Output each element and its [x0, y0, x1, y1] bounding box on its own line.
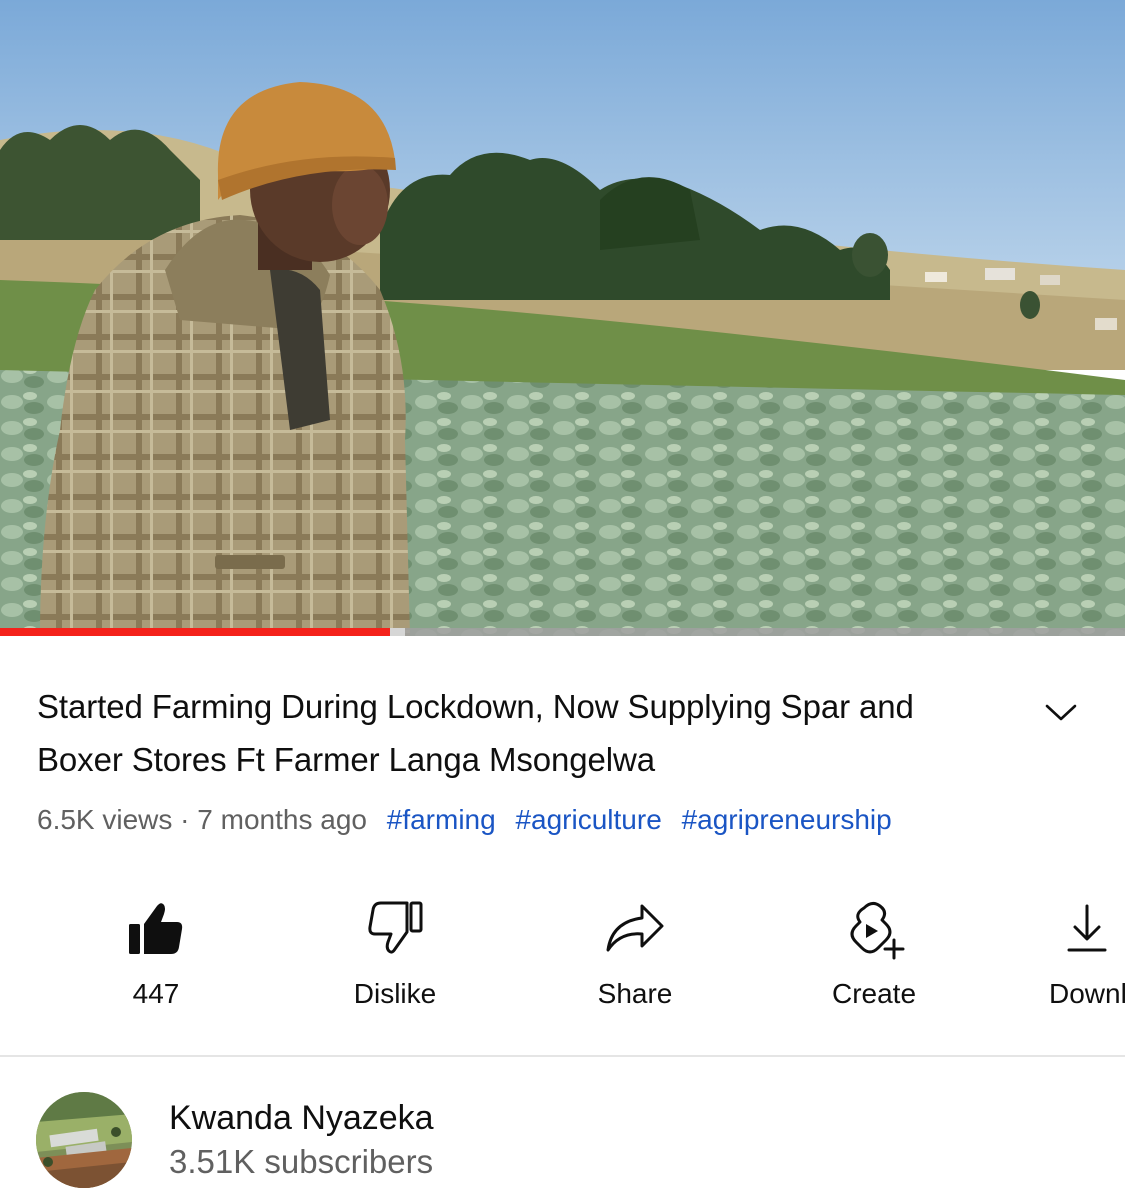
subscriber-count: 3.51K subscribers [169, 1143, 434, 1180]
channel-avatar[interactable] [36, 1092, 132, 1188]
download-label: Download [1049, 978, 1125, 1009]
channel-avatar-image [36, 1092, 132, 1188]
like-count: 447 [132, 978, 180, 1009]
meta-separator: · [172, 804, 198, 835]
upload-age: 7 months ago [197, 804, 367, 835]
create-label: Create [831, 978, 917, 1009]
thumbs-up-filled-icon [129, 903, 183, 954]
video-buffered-bar [390, 628, 405, 636]
share-arrow-icon [606, 904, 664, 952]
action-bar: 447 Dislike Share Create Downl [0, 890, 1125, 1020]
dislike-label: Dislike [353, 978, 437, 1009]
download-icon [1067, 904, 1107, 952]
channel-name[interactable]: Kwanda Nyazeka [169, 1098, 434, 1138]
section-divider [0, 1055, 1125, 1057]
create-remix-icon [850, 901, 905, 960]
view-count: 6.5K views [37, 804, 173, 835]
video-frame [0, 0, 1125, 636]
video-progress-bar[interactable] [0, 628, 1125, 636]
create-button[interactable]: Create [774, 890, 974, 1015]
hashtag-link[interactable]: #farming [387, 804, 496, 835]
expand-description-button[interactable] [1038, 690, 1084, 736]
video-played-bar [0, 628, 390, 636]
share-label: Share [597, 978, 673, 1009]
share-button[interactable]: Share [535, 890, 735, 1015]
dislike-button[interactable]: Dislike [295, 890, 495, 1015]
video-meta: 6.5K views · 7 months ago #farming #agri… [37, 800, 892, 840]
video-title[interactable]: Started Farming During Lockdown, Now Sup… [37, 680, 997, 786]
chevron-down-icon [1045, 704, 1077, 721]
video-watch-page: Started Farming During Lockdown, Now Sup… [0, 0, 1125, 1200]
thumbs-down-outline-icon [368, 901, 423, 954]
like-button[interactable]: 447 [56, 890, 256, 1015]
hashtag-link[interactable]: #agriculture [515, 804, 661, 835]
video-player[interactable] [0, 0, 1125, 636]
download-button[interactable]: Download [1012, 890, 1125, 1015]
hashtag-link[interactable]: #agripreneurship [682, 804, 892, 835]
